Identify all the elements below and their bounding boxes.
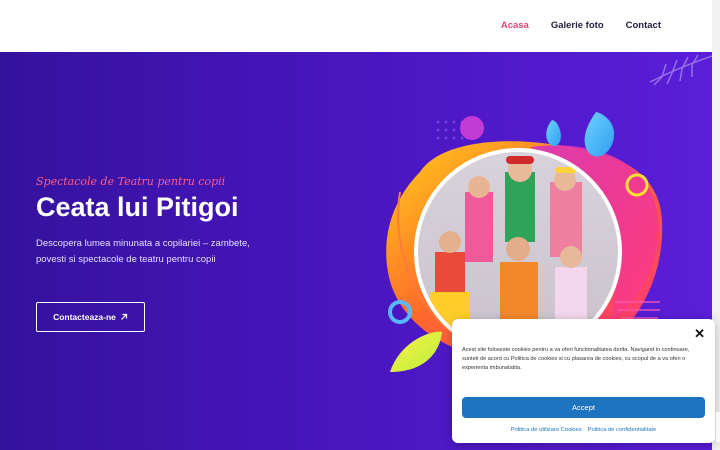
nav-item-acasa[interactable]: Acasa	[501, 20, 529, 31]
contact-button-label: Contacteaza-ne	[53, 312, 116, 322]
cookie-policy-link[interactable]: Politica de utilizare Cookies	[511, 427, 582, 433]
blue-drop-large	[584, 112, 615, 157]
cookie-links: Politica de utilizare Cookies Politica d…	[452, 427, 715, 433]
privacy-policy-link[interactable]: Politica de confidentialitate	[588, 427, 657, 433]
close-icon[interactable]: ✕	[694, 326, 705, 342]
dotted-pattern	[436, 120, 464, 140]
blue-drop-small	[546, 120, 561, 146]
nav-item-galerie-foto[interactable]: Galerie foto	[551, 20, 604, 31]
arrow-up-right-icon	[120, 313, 128, 320]
site-header: Acasa Galerie foto Contact	[0, 0, 712, 52]
hero-description: Descopera lumea minunata a copilariei – …	[36, 238, 250, 265]
hero-subtitle: Spectacole de Teatru pentru copii	[36, 175, 226, 188]
purple-circle	[460, 116, 484, 140]
nav-item-contact[interactable]: Contact	[626, 20, 661, 31]
recaptcha-badge[interactable]	[716, 412, 720, 442]
accept-cookies-button[interactable]: Accept	[462, 397, 705, 418]
cookie-message: Acest site foloseste cookies pentru a va…	[462, 347, 690, 371]
contact-button[interactable]: Contacteaza-ne	[36, 302, 145, 332]
main-nav: Acasa Galerie foto Contact	[501, 20, 661, 31]
yellow-leaf	[390, 331, 442, 372]
cookie-banner: ✕ Acest site foloseste cookies pentru a …	[452, 319, 715, 443]
hero-title: Ceata lui Pitigoi	[36, 192, 239, 222]
